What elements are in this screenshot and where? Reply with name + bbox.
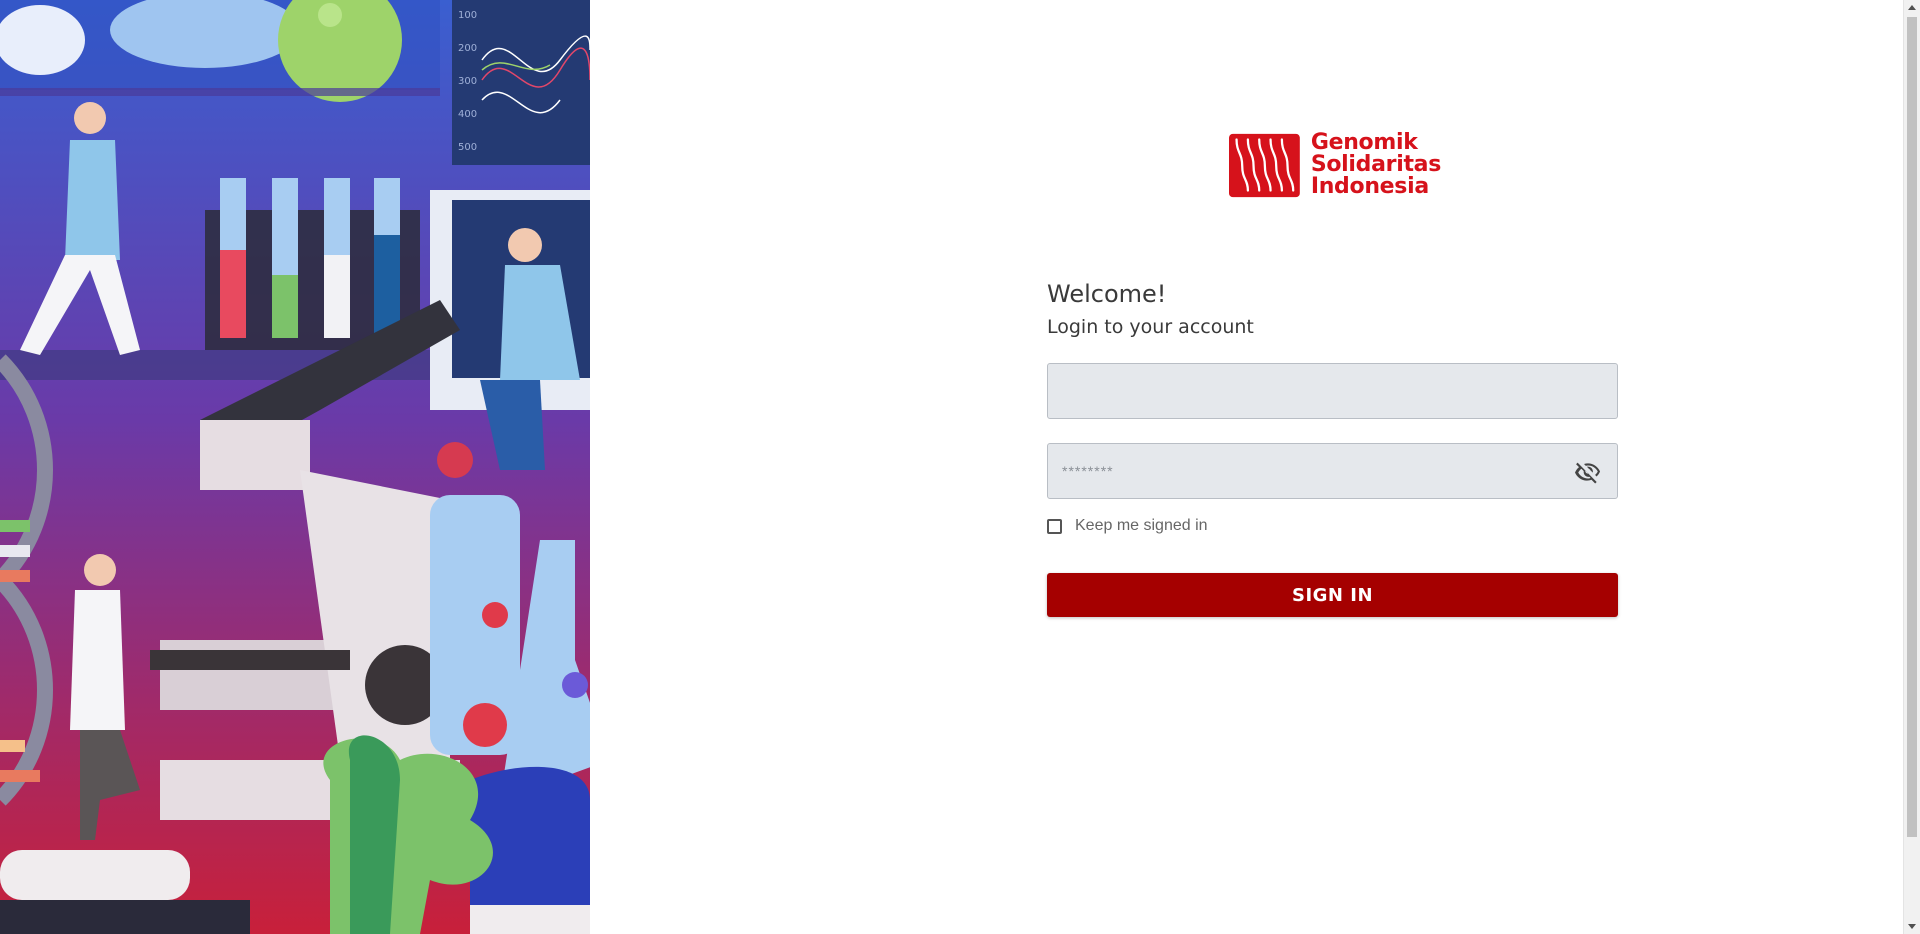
welcome-heading: Welcome! — [1047, 280, 1167, 308]
scroll-up-arrow-icon[interactable] — [1908, 5, 1916, 10]
login-subtitle: Login to your account — [1047, 316, 1254, 338]
chart-tick: 400 — [458, 109, 477, 120]
brand-name: Genomik Solidaritas Indonesia — [1311, 132, 1441, 198]
password-field-wrapper — [1047, 443, 1618, 499]
brand-line: Indonesia — [1310, 174, 1429, 199]
keep-signed-in[interactable]: Keep me signed in — [1047, 517, 1208, 535]
chart-tick: 300 — [458, 76, 477, 87]
password-input[interactable] — [1048, 444, 1617, 498]
chart-tick: 500 — [458, 142, 477, 153]
scrollbar-thumb[interactable] — [1907, 17, 1917, 837]
chart-tick: 100 — [458, 10, 477, 21]
brand-line: Genomik — [1310, 130, 1418, 155]
username-input[interactable] — [1048, 364, 1617, 418]
keep-signed-in-label: Keep me signed in — [1075, 517, 1208, 534]
eye-off-icon[interactable] — [1575, 459, 1601, 485]
brand-logo: Genomik Solidaritas Indonesia — [1229, 130, 1441, 200]
sign-in-button[interactable]: SIGN IN — [1047, 573, 1618, 617]
keep-signed-in-checkbox[interactable] — [1047, 518, 1062, 534]
scroll-down-arrow-icon[interactable] — [1908, 924, 1916, 929]
genomics-logo-icon — [1229, 133, 1300, 197]
lab-illustration: 100 200 300 400 500 — [0, 0, 590, 934]
chart-tick: 200 — [458, 43, 477, 54]
username-field-wrapper — [1047, 363, 1618, 419]
page-scrollbar[interactable] — [1903, 0, 1920, 934]
brand-line: Solidaritas — [1310, 152, 1441, 177]
